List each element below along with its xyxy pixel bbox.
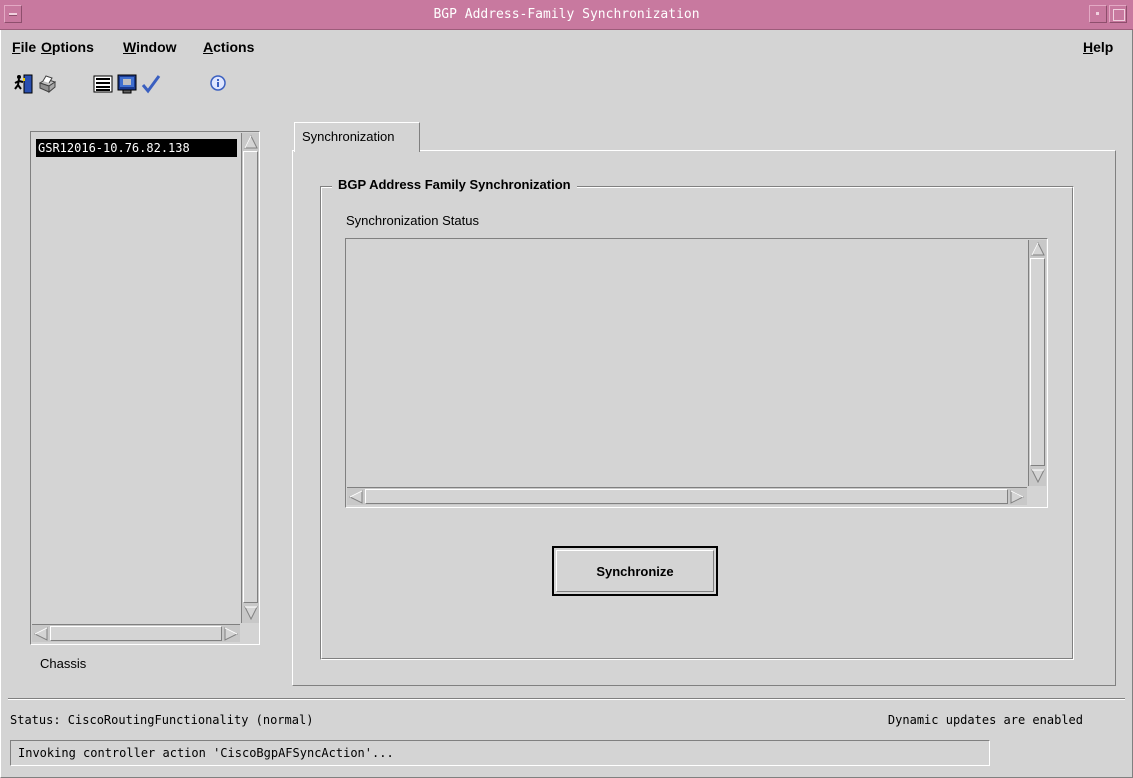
- sync-status-text[interactable]: [347, 240, 1027, 486]
- menu-help[interactable]: Help: [1083, 39, 1113, 55]
- scroll-left-icon[interactable]: [348, 489, 364, 505]
- minimize-button[interactable]: [1089, 5, 1107, 23]
- chassis-list[interactable]: GSR12016-10.76.82.138: [32, 133, 240, 623]
- menu-options[interactable]: Options: [41, 39, 94, 55]
- tab-synchronization[interactable]: Synchronization: [294, 122, 420, 152]
- menu-window-mnemonic: W: [123, 39, 137, 55]
- checkmark-button[interactable]: [140, 73, 162, 95]
- list-icon: [92, 73, 114, 95]
- menu-help-mnemonic: H: [1083, 39, 1094, 55]
- maximize-button[interactable]: [1109, 5, 1127, 23]
- scroll-right-icon[interactable]: [223, 626, 239, 642]
- chassis-list-panel: GSR12016-10.76.82.138: [30, 131, 260, 645]
- info-icon: [207, 73, 229, 95]
- monitor-icon: [116, 73, 138, 95]
- synchronize-button[interactable]: Synchronize: [552, 546, 718, 596]
- menu-window-label: indow: [136, 39, 177, 55]
- vertical-scroll-thumb[interactable]: [243, 151, 258, 603]
- sync-status-area: [345, 238, 1048, 508]
- chassis-vertical-scrollbar[interactable]: [241, 133, 259, 623]
- scroll-left-icon[interactable]: [33, 626, 49, 642]
- dynamic-updates-text: Dynamic updates are enabled: [887, 713, 1083, 727]
- chassis-horizontal-scrollbar[interactable]: [32, 624, 240, 642]
- status-horizontal-scrollbar[interactable]: [347, 487, 1027, 505]
- tab-joint: [295, 150, 419, 153]
- message-field: Invoking controller action 'CiscoBgpAFSy…: [10, 740, 990, 766]
- horizontal-scroll-thumb[interactable]: [50, 626, 222, 641]
- status-vertical-scrollbar[interactable]: [1028, 240, 1046, 486]
- checkmark-icon: [140, 73, 162, 95]
- menu-bar: File Options Window Actions Help: [8, 31, 1125, 63]
- exit-button[interactable]: [12, 73, 34, 95]
- scroll-down-icon[interactable]: [1030, 468, 1046, 484]
- print-icon: [36, 73, 58, 95]
- scroll-down-icon[interactable]: [243, 605, 259, 621]
- monitor-button[interactable]: [116, 73, 138, 95]
- status-text: Status: CiscoRoutingFunctionality (norma…: [10, 713, 314, 727]
- vertical-scroll-thumb[interactable]: [1030, 258, 1045, 466]
- menu-help-label: elp: [1093, 39, 1114, 55]
- menu-file[interactable]: File: [12, 39, 36, 55]
- scroll-right-icon[interactable]: [1009, 489, 1025, 505]
- chassis-list-item[interactable]: GSR12016-10.76.82.138: [36, 139, 237, 157]
- print-button[interactable]: [36, 73, 58, 95]
- scroll-up-icon[interactable]: [1030, 241, 1046, 257]
- list-button[interactable]: [92, 73, 114, 95]
- menu-options-mnemonic: O: [41, 39, 52, 55]
- info-button[interactable]: [207, 73, 229, 95]
- title-bar: BGP Address-Family Synchronization: [0, 0, 1133, 30]
- sync-status-label: Synchronization Status: [346, 213, 479, 228]
- window-title: BGP Address-Family Synchronization: [433, 7, 700, 22]
- scroll-up-icon[interactable]: [243, 134, 259, 150]
- synchronize-button-label: Synchronize: [556, 550, 714, 592]
- exit-icon: [12, 73, 34, 95]
- group-title: BGP Address Family Synchronization: [332, 177, 577, 192]
- menu-options-label: ptions: [51, 39, 94, 55]
- menu-file-label: ile: [20, 39, 37, 55]
- menu-window[interactable]: Window: [123, 39, 177, 55]
- menu-actions-label: ctions: [213, 39, 255, 55]
- status-separator: [8, 698, 1125, 700]
- toolbar: [12, 66, 312, 100]
- menu-actions-mnemonic: A: [203, 39, 214, 55]
- menu-file-mnemonic: F: [12, 39, 21, 55]
- menu-actions[interactable]: Actions: [203, 39, 254, 55]
- chassis-label: Chassis: [40, 656, 87, 671]
- horizontal-scroll-thumb[interactable]: [365, 489, 1008, 504]
